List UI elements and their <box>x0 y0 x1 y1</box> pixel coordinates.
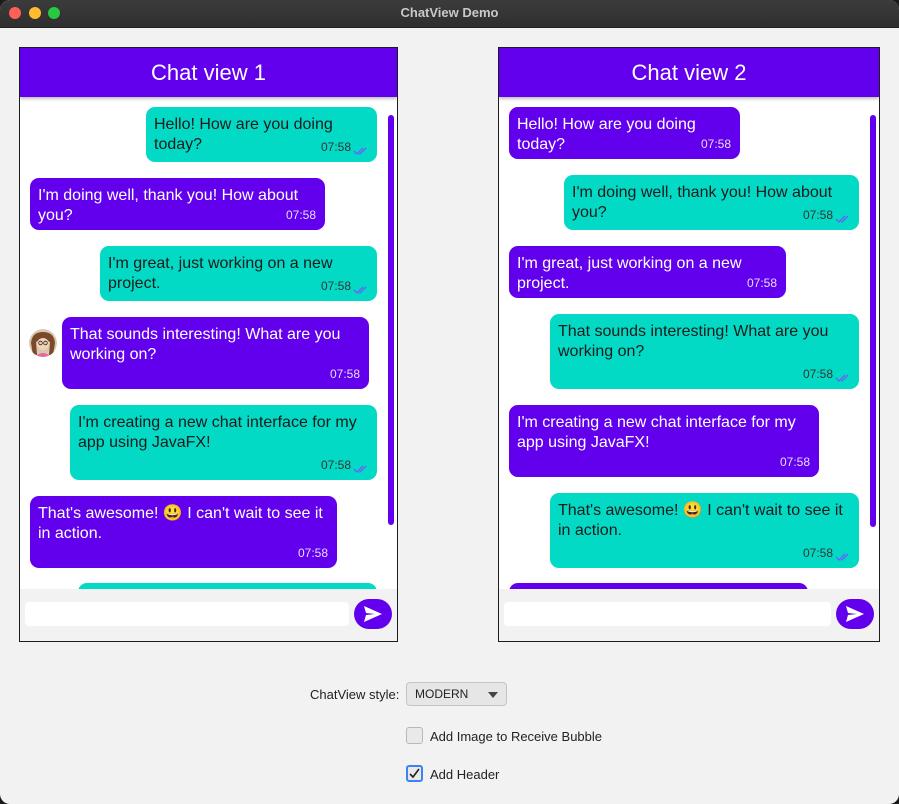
message-text: That sounds interesting! What are you wo… <box>558 323 829 360</box>
window-title: ChatView Demo <box>400 5 499 20</box>
message-scrollbar[interactable] <box>870 115 876 527</box>
chatview-style-value: MODERN <box>415 687 469 701</box>
message-list[interactable]: Hello! How are you doing today? 07:58 I'… <box>499 97 879 589</box>
message-time: 07:58 <box>320 140 351 154</box>
message-list[interactable]: Hello! How are you doing today? 07:58 I'… <box>20 97 397 589</box>
read-ticks-icon <box>353 147 367 155</box>
add-image-label[interactable]: Add Image to Receive Bubble <box>430 729 602 744</box>
message-text: That's awesome! 😃 I can't wait to see it… <box>558 502 843 539</box>
message-text: That sounds interesting! What are you wo… <box>70 326 341 363</box>
message-text: I'm great, just working on a new project… <box>517 255 742 292</box>
message-input[interactable] <box>25 602 349 626</box>
message-time: 07:58 <box>802 546 833 560</box>
chat-view-1: Hello! How are you doing today? 07:58 I'… <box>19 47 398 642</box>
avatar <box>29 329 57 357</box>
message-scrollbar[interactable] <box>388 115 394 525</box>
chatview-style-select[interactable]: MODERN <box>406 682 507 706</box>
read-ticks-icon <box>353 286 367 294</box>
message-time: 07:58 <box>700 137 731 151</box>
message-time: 07:58 <box>285 208 316 222</box>
message-text: Hello! How are you doing today? <box>517 116 696 153</box>
chat-header: Chat view 2 <box>499 48 879 97</box>
message-text: I'm creating a new chat interface for my… <box>517 414 796 451</box>
message-bubble: That sounds interesting! What are you wo… <box>62 317 369 389</box>
message-time: 07:58 <box>320 279 351 293</box>
message-bubble: I'm creating a new chat interface for my… <box>70 405 377 480</box>
message-text: That's awesome! 😃 I can't wait to see it… <box>38 505 323 542</box>
message-bubble: I'm doing well, thank you! How about you… <box>30 178 325 230</box>
add-header-checkbox[interactable] <box>406 765 423 782</box>
message-time: 07:58 <box>746 276 777 290</box>
message-text: I'm doing well, thank you! How about you… <box>38 187 299 224</box>
message-time: 07:58 <box>329 367 360 381</box>
message-text: I'm creating a new chat interface for my… <box>78 414 357 451</box>
message-bubble: I'm great, just working on a new project… <box>509 246 786 298</box>
message-time: 07:58 <box>320 458 351 472</box>
message-time: 07:58 <box>802 208 833 222</box>
message-bubble: I'm creating a new chat interface for my… <box>509 405 819 477</box>
message-bubble: Hello! How are you doing today? 07:58 <box>509 107 740 159</box>
checkmark-icon <box>409 768 420 779</box>
add-header-label[interactable]: Add Header <box>430 767 499 782</box>
send-button[interactable] <box>836 599 874 629</box>
message-bubble: That's awesome! 😃 I can't wait to see it… <box>550 493 859 568</box>
add-image-checkbox[interactable] <box>406 727 423 744</box>
chatview-style-label: ChatView style: <box>310 687 400 702</box>
message-bubble: I'm great, just working on a new project… <box>100 246 377 301</box>
send-icon <box>846 606 864 622</box>
chat-view-2: Hello! How are you doing today? 07:58 I'… <box>498 47 880 642</box>
title-bar: ChatView Demo <box>0 0 899 28</box>
message-input-bar <box>499 589 879 641</box>
read-ticks-icon <box>835 374 849 382</box>
message-input-bar <box>20 589 397 641</box>
read-ticks-icon <box>835 553 849 561</box>
message-time: 07:58 <box>779 455 810 469</box>
message-bubble: Hello! How are you doing today? 07:58 <box>146 107 377 162</box>
message-time: 07:58 <box>297 546 328 560</box>
send-button[interactable] <box>354 599 392 629</box>
chat-header: Chat view 1 <box>20 48 397 97</box>
message-time: 07:58 <box>802 367 833 381</box>
message-bubble: That's awesome! 😃 I can't wait to see it… <box>30 496 337 568</box>
app-window: ChatView Demo Hello! How are you doing t… <box>0 0 899 804</box>
message-input[interactable] <box>504 602 831 626</box>
read-ticks-icon <box>353 465 367 473</box>
read-ticks-icon <box>835 215 849 223</box>
message-bubble: That sounds interesting! What are you wo… <box>550 314 859 389</box>
message-bubble: I'm doing well, thank you! How about you… <box>564 175 859 230</box>
chevron-down-icon <box>488 692 498 698</box>
send-icon <box>364 606 382 622</box>
